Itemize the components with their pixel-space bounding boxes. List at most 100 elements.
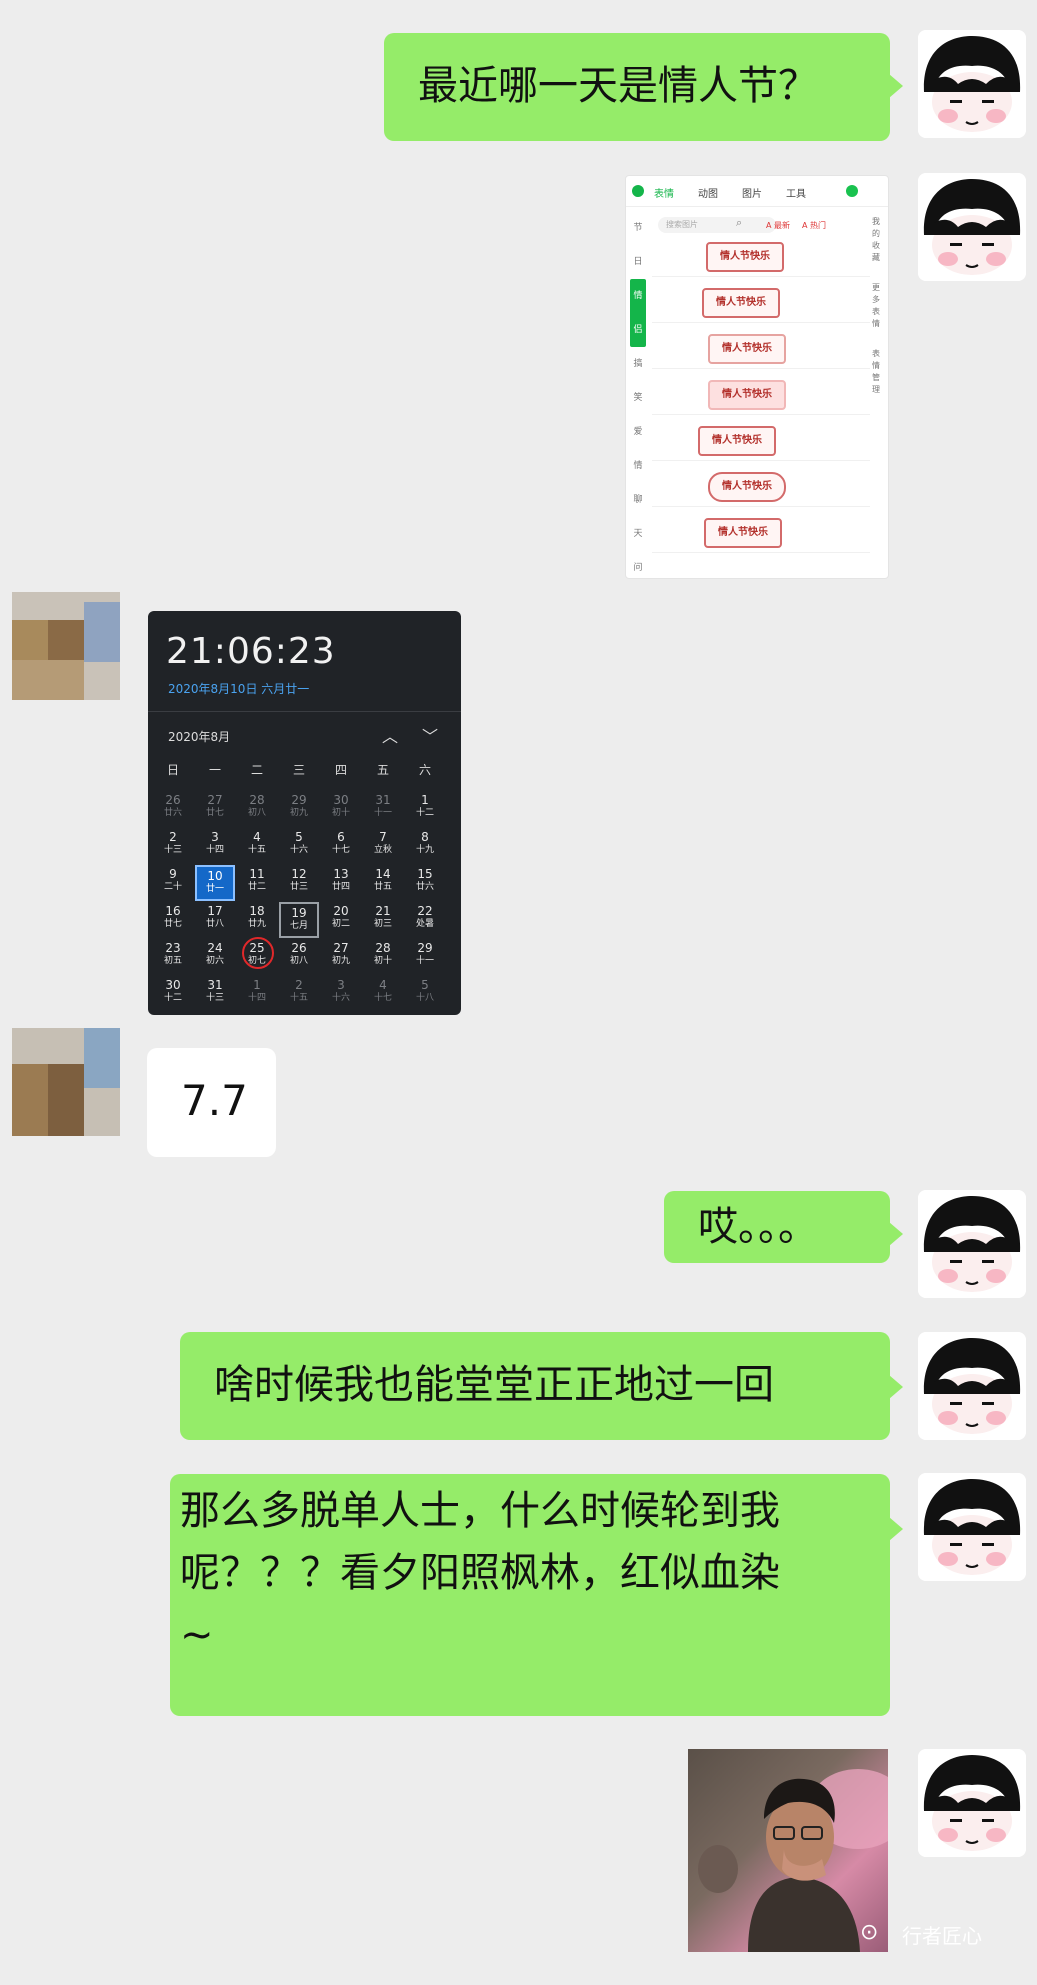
message-bubble-me[interactable]: 啥时候我也能堂堂正正地过一回 xyxy=(180,1332,890,1440)
sticker-item[interactable]: 情人节快乐 xyxy=(652,372,870,415)
status-dot-icon xyxy=(846,185,858,197)
sticker-item[interactable]: 情人节快乐 xyxy=(652,464,870,507)
sticker-panel-tabs: 表情 动图 图片 工具 xyxy=(626,176,888,207)
avatar-other[interactable] xyxy=(12,1028,120,1136)
sidebar-item-active[interactable]: 情侣 xyxy=(630,279,646,347)
avatar-other[interactable] xyxy=(12,592,120,700)
search-icon[interactable]: ⌕ xyxy=(736,216,742,230)
calendar-day[interactable]: 21 初三 xyxy=(363,902,403,938)
calendar-day[interactable]: 12 廿三 xyxy=(279,865,319,901)
bubble-tail xyxy=(889,74,903,98)
sidebar-item[interactable]: 聊天 xyxy=(630,483,646,551)
avatar-me[interactable] xyxy=(918,30,1026,138)
calendar-day[interactable]: 26 初八 xyxy=(279,939,319,975)
calendar-day[interactable]: 19 七月 xyxy=(279,902,319,938)
calendar-day[interactable]: 27 廿七 xyxy=(195,791,235,827)
avatar-me[interactable] xyxy=(918,1473,1026,1581)
calendar-day[interactable]: 20 初二 xyxy=(321,902,361,938)
lunar-date: 十四 xyxy=(205,845,224,855)
chevron-down-icon[interactable]: ﹀ xyxy=(422,723,438,747)
sidebar-item[interactable]: 爱情 xyxy=(630,415,646,483)
day-number: 2 xyxy=(295,978,303,992)
sticker-search-input[interactable]: 搜索图片 xyxy=(658,217,776,233)
tab-gif[interactable]: 动图 xyxy=(698,185,718,200)
calendar-day[interactable]: 7 立秋 xyxy=(363,828,403,864)
calendar-month-label[interactable]: 2020年8月 xyxy=(168,728,230,745)
sticker-item[interactable]: 情人节快乐 xyxy=(652,234,870,277)
manage-stickers-link[interactable]: 表情管理 xyxy=(872,348,886,396)
favorites-link[interactable]: 我的收藏 xyxy=(872,216,886,264)
avatar-me[interactable] xyxy=(918,1332,1026,1440)
sticker-item[interactable]: 情人节快乐 xyxy=(652,418,870,461)
calendar-day[interactable]: 28 初八 xyxy=(237,791,277,827)
calendar-day[interactable]: 2 十五 xyxy=(279,976,319,1012)
calendar-day[interactable]: 31 十一 xyxy=(363,791,403,827)
calendar-day[interactable]: 13 廿四 xyxy=(321,865,361,901)
calendar-day[interactable]: 31 十三 xyxy=(195,976,235,1012)
calendar-day[interactable]: 26 廿六 xyxy=(153,791,193,827)
calendar-day[interactable]: 24 初六 xyxy=(195,939,235,975)
weekday-label: 日 xyxy=(166,763,179,777)
weekday-label: 一 xyxy=(208,763,221,777)
tab-emoji[interactable]: 表情 xyxy=(654,185,674,200)
sticker-panel-screenshot[interactable]: 表情 动图 图片 工具 节日 情侣 搞笑 爱情 聊天 问候 正文 表文 节日 节… xyxy=(625,175,889,579)
calendar-day[interactable]: 4 十五 xyxy=(237,828,277,864)
calendar-day[interactable]: 15 廿六 xyxy=(405,865,445,901)
calendar-day[interactable]: 3 十四 xyxy=(195,828,235,864)
calendar-screenshot[interactable]: 21:06:23 2020年8月10日 六月廿一 2020年8月 ︿ ﹀ 日一二… xyxy=(148,611,461,1015)
clock-date[interactable]: 2020年8月10日 六月廿一 xyxy=(168,680,309,697)
calendar-day[interactable]: 6 十七 xyxy=(321,828,361,864)
calendar-day[interactable]: 9 二十 xyxy=(153,865,193,901)
calendar-day[interactable]: 10 廿一 xyxy=(195,865,235,901)
avatar-me[interactable] xyxy=(918,173,1026,281)
sidebar-item[interactable]: 节日 xyxy=(630,211,646,279)
message-bubble-other[interactable]: 7.7 xyxy=(147,1048,276,1157)
message-bubble-me[interactable]: 那么多脱单人士，什么时候轮到我 呢？？？看夕阳照枫林，红似血染 ~ xyxy=(170,1474,890,1716)
sticker-item[interactable]: 情人节快乐 xyxy=(652,326,870,369)
day-number: 7 xyxy=(379,830,387,844)
sticker-item[interactable]: 情人节快乐 xyxy=(652,510,870,553)
calendar-day[interactable]: 14 廿五 xyxy=(363,865,403,901)
calendar-day[interactable]: 5 十六 xyxy=(279,828,319,864)
lunar-date: 初九 xyxy=(331,956,350,966)
calendar-day[interactable]: 1 十四 xyxy=(237,976,277,1012)
more-stickers-link[interactable]: 更多表情 xyxy=(872,282,886,330)
calendar-day[interactable]: 1 十二 xyxy=(405,791,445,827)
avatar-me[interactable] xyxy=(918,1190,1026,1298)
calendar-day[interactable]: 28 初十 xyxy=(363,939,403,975)
calendar-day[interactable]: 29 十一 xyxy=(405,939,445,975)
sidebar-item[interactable]: 问候 xyxy=(630,551,646,578)
message-bubble-me[interactable]: 哎。。。 xyxy=(664,1191,890,1263)
filter-hot[interactable]: A 热门 xyxy=(802,220,826,231)
calendar-day[interactable]: 8 十九 xyxy=(405,828,445,864)
calendar-day[interactable]: 17 廿八 xyxy=(195,902,235,938)
calendar-day[interactable]: 2 十三 xyxy=(153,828,193,864)
calendar-day[interactable]: 29 初九 xyxy=(279,791,319,827)
watermark-text: 行者匠心 xyxy=(902,1924,982,1948)
filter-latest[interactable]: A 最新 xyxy=(766,220,790,231)
calendar-day[interactable]: 18 廿九 xyxy=(237,902,277,938)
avatar-me[interactable] xyxy=(918,1749,1026,1857)
calendar-day[interactable]: 5 十八 xyxy=(405,976,445,1012)
photo-message[interactable] xyxy=(688,1749,888,1952)
message-bubble-me[interactable]: 最近哪一天是情人节？ xyxy=(384,33,890,141)
sticker-item[interactable]: 情人节快乐 xyxy=(652,280,870,323)
calendar-day[interactable]: 23 初五 xyxy=(153,939,193,975)
calendar-day[interactable]: 3 十六 xyxy=(321,976,361,1012)
chevron-up-icon[interactable]: ︿ xyxy=(382,723,398,747)
day-number: 26 xyxy=(291,941,307,955)
calendar-day[interactable]: 11 廿二 xyxy=(237,865,277,901)
sidebar-item[interactable]: 搞笑 xyxy=(630,347,646,415)
avatar-pixel xyxy=(48,1064,84,1136)
calendar-day[interactable]: 30 初十 xyxy=(321,791,361,827)
tab-tools[interactable]: 工具 xyxy=(786,185,806,200)
tab-images[interactable]: 图片 xyxy=(742,185,762,200)
day-number: 12 xyxy=(291,867,307,881)
calendar-day[interactable]: 16 廿七 xyxy=(153,902,193,938)
day-number: 4 xyxy=(379,978,387,992)
calendar-day[interactable]: 22 处暑 xyxy=(405,902,445,938)
calendar-day[interactable]: 30 十二 xyxy=(153,976,193,1012)
calendar-day[interactable]: 4 十七 xyxy=(363,976,403,1012)
calendar-day[interactable]: 27 初九 xyxy=(321,939,361,975)
calendar-day[interactable]: 25 初七 xyxy=(237,937,277,975)
